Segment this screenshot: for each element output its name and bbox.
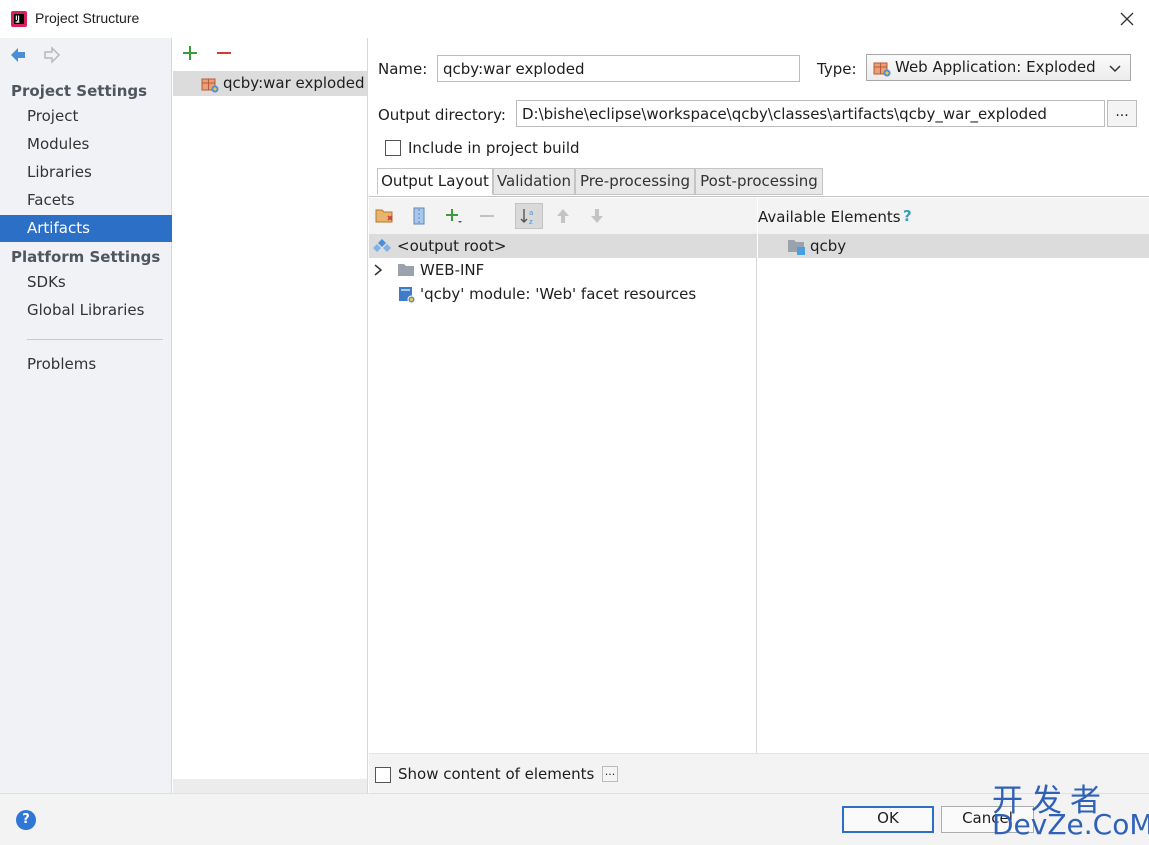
sidebar-item-modules[interactable]: Modules xyxy=(0,131,172,158)
forward-button[interactable] xyxy=(42,45,62,69)
window-title: Project Structure xyxy=(35,10,140,26)
browse-button[interactable]: ... xyxy=(1107,100,1137,127)
svg-text:z: z xyxy=(529,218,533,226)
artifact-editor: Name: Type: Web Application: Exploded Ou… xyxy=(369,38,1149,793)
svg-text:IJ: IJ xyxy=(15,15,19,22)
available-elements-header: Available Elements ? xyxy=(758,198,1149,234)
type-dropdown[interactable]: Web Application: Exploded xyxy=(866,54,1131,81)
tab-output-layout[interactable]: Output Layout xyxy=(377,168,493,195)
output-root-icon xyxy=(373,239,391,252)
add-artifact-button[interactable] xyxy=(181,44,199,66)
arrow-right-icon xyxy=(44,46,61,64)
tab-post-processing[interactable]: Post-processing xyxy=(695,168,823,195)
move-up-button[interactable] xyxy=(552,205,574,227)
back-button[interactable] xyxy=(8,45,28,69)
tree-label-web-inf: WEB-INF xyxy=(420,261,485,279)
sidebar-item-sdks[interactable]: SDKs xyxy=(0,269,172,296)
help-icon[interactable]: ? xyxy=(903,207,912,225)
output-directory-label: Output directory: xyxy=(378,106,506,124)
archive-icon xyxy=(413,207,425,225)
tab-validation[interactable]: Validation xyxy=(493,168,575,195)
output-directory-field[interactable] xyxy=(516,100,1105,127)
new-folder-icon xyxy=(375,209,393,223)
available-elements-tree: qcby xyxy=(758,234,1149,753)
module-folder-icon xyxy=(788,240,805,255)
layout-toolbar: a z xyxy=(369,198,757,234)
chevron-down-icon xyxy=(1109,65,1121,73)
tree-row-web-inf[interactable]: WEB-INF xyxy=(369,258,757,282)
sort-alphabetically-icon: a z xyxy=(520,209,533,226)
minus-icon xyxy=(217,52,231,54)
sort-elements-toggle[interactable]: a z xyxy=(515,203,543,229)
artifact-item[interactable]: qcby:war exploded xyxy=(173,71,367,96)
tree-row-output-root[interactable]: <output root> xyxy=(369,234,757,258)
add-copy-button[interactable] xyxy=(443,205,465,227)
output-layout-tree: <output root> WEB-INF 'qcby' module: 'We… xyxy=(369,234,757,753)
help-button[interactable]: ? xyxy=(16,810,36,830)
folder-icon xyxy=(398,264,414,276)
remove-element-button[interactable] xyxy=(476,205,498,227)
plus-icon xyxy=(183,46,197,60)
close-button[interactable] xyxy=(1112,4,1142,34)
artifact-item-label: qcby:war exploded xyxy=(223,74,365,92)
ok-button[interactable]: OK xyxy=(842,806,934,833)
artifacts-list-panel: qcby:war exploded xyxy=(173,38,368,793)
remove-artifact-button[interactable] xyxy=(215,44,233,66)
war-artifact-icon xyxy=(873,62,891,77)
intellij-app-icon: IJ xyxy=(11,11,27,27)
type-label: Type: xyxy=(817,60,857,78)
tree-row-web-facet-resources[interactable]: 'qcby' module: 'Web' facet resources xyxy=(369,282,757,306)
war-artifact-icon xyxy=(201,78,219,93)
move-down-button[interactable] xyxy=(586,205,608,227)
show-content-checkbox[interactable] xyxy=(375,767,391,783)
plus-dropdown-icon xyxy=(446,209,462,223)
available-elements-heading: Available Elements xyxy=(758,208,901,226)
sidebar-item-problems[interactable]: Problems xyxy=(0,351,172,378)
platform-settings-heading: Platform Settings xyxy=(11,248,161,266)
sidebar-item-global-libraries[interactable]: Global Libraries xyxy=(0,297,172,324)
sidebar-item-facets[interactable]: Facets xyxy=(0,187,172,214)
arrow-up-icon xyxy=(557,209,569,223)
tab-pre-processing[interactable]: Pre-processing xyxy=(575,168,695,195)
available-item-qcby[interactable]: qcby xyxy=(758,234,1149,258)
artifact-list-scrollbar[interactable] xyxy=(173,779,367,793)
chevron-right-icon[interactable] xyxy=(373,264,383,276)
create-archive-button[interactable] xyxy=(408,205,430,227)
cancel-button[interactable]: Cancel xyxy=(941,806,1034,833)
name-label: Name: xyxy=(378,60,428,78)
title-bar: IJ Project Structure xyxy=(0,0,1149,38)
show-content-label: Show content of elements xyxy=(398,765,595,783)
settings-sidebar: Project Settings Project Modules Librari… xyxy=(0,38,172,793)
tabs-divider xyxy=(369,196,1149,197)
sidebar-item-project[interactable]: Project xyxy=(0,103,172,130)
tree-label-web-facet-resources: 'qcby' module: 'Web' facet resources xyxy=(420,285,697,303)
tree-label-output-root: <output root> xyxy=(397,237,507,255)
project-settings-heading: Project Settings xyxy=(11,82,148,100)
sidebar-item-libraries[interactable]: Libraries xyxy=(0,159,172,186)
include-in-build-label: Include in project build xyxy=(408,139,580,157)
close-icon xyxy=(1120,12,1134,26)
type-dropdown-value: Web Application: Exploded xyxy=(895,58,1096,76)
arrow-left-icon xyxy=(11,48,25,62)
web-facet-icon xyxy=(399,287,416,304)
available-item-label: qcby xyxy=(810,237,847,255)
create-directory-button[interactable] xyxy=(374,205,396,227)
svg-text:a: a xyxy=(529,209,533,217)
layout-bottom-bar: Show content of elements ... xyxy=(369,753,1149,793)
sidebar-divider xyxy=(27,339,163,340)
sidebar-item-artifacts[interactable]: Artifacts xyxy=(0,215,172,242)
minus-icon xyxy=(480,215,494,217)
dialog-footer: ? OK Cancel xyxy=(0,793,1149,845)
arrow-down-icon xyxy=(591,209,603,223)
name-field[interactable] xyxy=(437,55,800,82)
include-in-build-checkbox[interactable] xyxy=(385,140,401,156)
show-content-options-button[interactable]: ... xyxy=(602,766,618,782)
